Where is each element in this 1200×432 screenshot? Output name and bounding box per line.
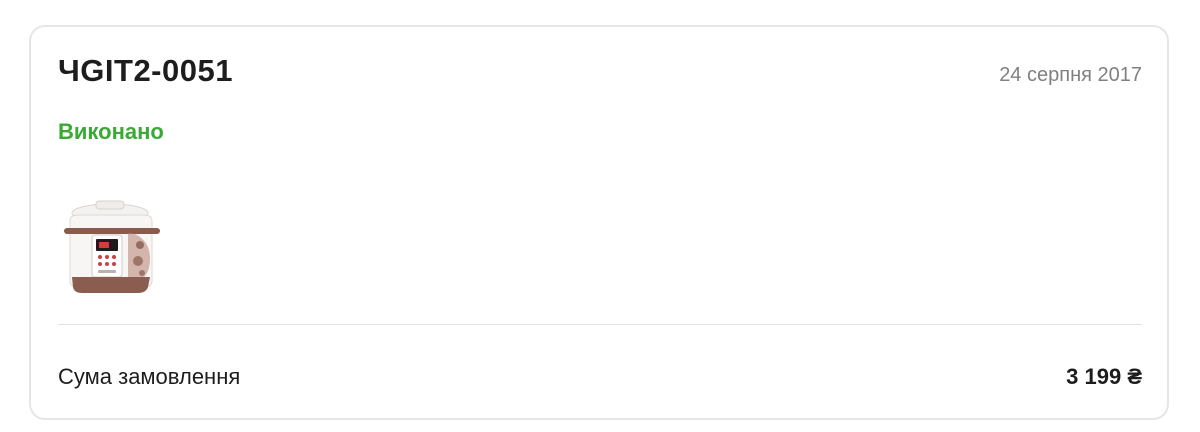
- product-image-multicooker[interactable]: [58, 191, 168, 301]
- order-status: Виконано: [58, 119, 164, 144]
- order-total-label: Сума замовлення: [58, 364, 241, 389]
- order-number: ЧGIT2-0051: [58, 53, 233, 88]
- order-card[interactable]: ЧGIT2-0051 24 серпня 2017 Виконано Сума …: [29, 25, 1169, 420]
- order-total-value: 3 199 ₴: [1066, 364, 1142, 389]
- order-date: 24 серпня 2017: [999, 64, 1142, 86]
- divider: [58, 324, 1142, 325]
- multicooker-icon: [64, 200, 160, 293]
